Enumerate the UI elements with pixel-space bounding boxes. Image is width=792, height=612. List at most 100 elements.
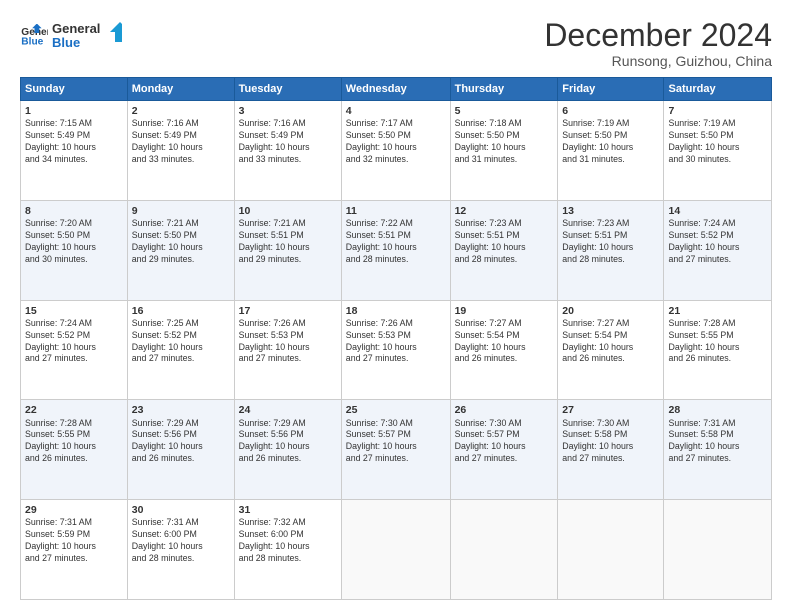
day-number: 20 — [562, 304, 659, 318]
header-wednesday: Wednesday — [341, 78, 450, 101]
logo-svg: General Blue — [52, 20, 122, 52]
day-number: 2 — [132, 104, 230, 118]
day-number: 30 — [132, 503, 230, 517]
calendar-cell: 29Sunrise: 7:31 AM Sunset: 5:59 PM Dayli… — [21, 500, 128, 600]
day-info: Sunrise: 7:30 AM Sunset: 5:58 PM Dayligh… — [562, 418, 659, 466]
day-info: Sunrise: 7:18 AM Sunset: 5:50 PM Dayligh… — [455, 118, 554, 166]
day-info: Sunrise: 7:21 AM Sunset: 5:50 PM Dayligh… — [132, 218, 230, 266]
day-number: 24 — [239, 403, 337, 417]
header: General Blue General Blue December 2024 … — [20, 18, 772, 69]
day-info: Sunrise: 7:31 AM Sunset: 5:58 PM Dayligh… — [668, 418, 767, 466]
day-info: Sunrise: 7:27 AM Sunset: 5:54 PM Dayligh… — [562, 318, 659, 366]
day-info: Sunrise: 7:24 AM Sunset: 5:52 PM Dayligh… — [668, 218, 767, 266]
day-info: Sunrise: 7:26 AM Sunset: 5:53 PM Dayligh… — [346, 318, 446, 366]
day-info: Sunrise: 7:30 AM Sunset: 5:57 PM Dayligh… — [346, 418, 446, 466]
day-number: 17 — [239, 304, 337, 318]
week-row-3: 15Sunrise: 7:24 AM Sunset: 5:52 PM Dayli… — [21, 300, 772, 400]
day-info: Sunrise: 7:15 AM Sunset: 5:49 PM Dayligh… — [25, 118, 123, 166]
calendar-cell — [341, 500, 450, 600]
calendar-cell: 22Sunrise: 7:28 AM Sunset: 5:55 PM Dayli… — [21, 400, 128, 500]
week-row-2: 8Sunrise: 7:20 AM Sunset: 5:50 PM Daylig… — [21, 200, 772, 300]
header-monday: Monday — [127, 78, 234, 101]
day-info: Sunrise: 7:30 AM Sunset: 5:57 PM Dayligh… — [455, 418, 554, 466]
calendar-cell: 27Sunrise: 7:30 AM Sunset: 5:58 PM Dayli… — [558, 400, 664, 500]
day-info: Sunrise: 7:29 AM Sunset: 5:56 PM Dayligh… — [132, 418, 230, 466]
day-info: Sunrise: 7:31 AM Sunset: 5:59 PM Dayligh… — [25, 517, 123, 565]
day-number: 15 — [25, 304, 123, 318]
calendar-cell: 2Sunrise: 7:16 AM Sunset: 5:49 PM Daylig… — [127, 101, 234, 201]
day-number: 3 — [239, 104, 337, 118]
day-number: 7 — [668, 104, 767, 118]
logo: General Blue General Blue — [20, 18, 122, 52]
calendar-cell: 17Sunrise: 7:26 AM Sunset: 5:53 PM Dayli… — [234, 300, 341, 400]
week-row-5: 29Sunrise: 7:31 AM Sunset: 5:59 PM Dayli… — [21, 500, 772, 600]
day-number: 13 — [562, 204, 659, 218]
calendar-cell: 15Sunrise: 7:24 AM Sunset: 5:52 PM Dayli… — [21, 300, 128, 400]
day-info: Sunrise: 7:22 AM Sunset: 5:51 PM Dayligh… — [346, 218, 446, 266]
calendar-cell: 13Sunrise: 7:23 AM Sunset: 5:51 PM Dayli… — [558, 200, 664, 300]
day-info: Sunrise: 7:31 AM Sunset: 6:00 PM Dayligh… — [132, 517, 230, 565]
page: General Blue General Blue December 2024 … — [0, 0, 792, 612]
calendar-cell: 8Sunrise: 7:20 AM Sunset: 5:50 PM Daylig… — [21, 200, 128, 300]
calendar-cell: 5Sunrise: 7:18 AM Sunset: 5:50 PM Daylig… — [450, 101, 558, 201]
calendar-cell: 11Sunrise: 7:22 AM Sunset: 5:51 PM Dayli… — [341, 200, 450, 300]
calendar-cell — [664, 500, 772, 600]
day-number: 23 — [132, 403, 230, 417]
calendar-cell: 12Sunrise: 7:23 AM Sunset: 5:51 PM Dayli… — [450, 200, 558, 300]
day-number: 16 — [132, 304, 230, 318]
calendar-cell: 24Sunrise: 7:29 AM Sunset: 5:56 PM Dayli… — [234, 400, 341, 500]
day-info: Sunrise: 7:16 AM Sunset: 5:49 PM Dayligh… — [239, 118, 337, 166]
day-number: 10 — [239, 204, 337, 218]
day-info: Sunrise: 7:24 AM Sunset: 5:52 PM Dayligh… — [25, 318, 123, 366]
day-info: Sunrise: 7:28 AM Sunset: 5:55 PM Dayligh… — [25, 418, 123, 466]
day-info: Sunrise: 7:19 AM Sunset: 5:50 PM Dayligh… — [668, 118, 767, 166]
calendar-cell: 7Sunrise: 7:19 AM Sunset: 5:50 PM Daylig… — [664, 101, 772, 201]
calendar-cell: 19Sunrise: 7:27 AM Sunset: 5:54 PM Dayli… — [450, 300, 558, 400]
day-info: Sunrise: 7:23 AM Sunset: 5:51 PM Dayligh… — [455, 218, 554, 266]
calendar-cell: 16Sunrise: 7:25 AM Sunset: 5:52 PM Dayli… — [127, 300, 234, 400]
calendar-cell: 25Sunrise: 7:30 AM Sunset: 5:57 PM Dayli… — [341, 400, 450, 500]
header-saturday: Saturday — [664, 78, 772, 101]
calendar-cell — [558, 500, 664, 600]
day-info: Sunrise: 7:21 AM Sunset: 5:51 PM Dayligh… — [239, 218, 337, 266]
day-info: Sunrise: 7:28 AM Sunset: 5:55 PM Dayligh… — [668, 318, 767, 366]
header-tuesday: Tuesday — [234, 78, 341, 101]
day-number: 21 — [668, 304, 767, 318]
day-number: 12 — [455, 204, 554, 218]
calendar-cell: 18Sunrise: 7:26 AM Sunset: 5:53 PM Dayli… — [341, 300, 450, 400]
day-info: Sunrise: 7:17 AM Sunset: 5:50 PM Dayligh… — [346, 118, 446, 166]
day-info: Sunrise: 7:29 AM Sunset: 5:56 PM Dayligh… — [239, 418, 337, 466]
day-number: 14 — [668, 204, 767, 218]
day-number: 22 — [25, 403, 123, 417]
header-sunday: Sunday — [21, 78, 128, 101]
day-number: 18 — [346, 304, 446, 318]
day-info: Sunrise: 7:27 AM Sunset: 5:54 PM Dayligh… — [455, 318, 554, 366]
calendar-cell: 9Sunrise: 7:21 AM Sunset: 5:50 PM Daylig… — [127, 200, 234, 300]
logo-icon: General Blue — [20, 24, 48, 46]
day-info: Sunrise: 7:32 AM Sunset: 6:00 PM Dayligh… — [239, 517, 337, 565]
calendar-cell: 23Sunrise: 7:29 AM Sunset: 5:56 PM Dayli… — [127, 400, 234, 500]
day-number: 25 — [346, 403, 446, 417]
month-title: December 2024 — [544, 18, 772, 53]
day-number: 9 — [132, 204, 230, 218]
day-number: 8 — [25, 204, 123, 218]
week-row-1: 1Sunrise: 7:15 AM Sunset: 5:49 PM Daylig… — [21, 101, 772, 201]
day-number: 31 — [239, 503, 337, 517]
subtitle: Runsong, Guizhou, China — [544, 53, 772, 69]
day-number: 19 — [455, 304, 554, 318]
calendar-cell: 30Sunrise: 7:31 AM Sunset: 6:00 PM Dayli… — [127, 500, 234, 600]
calendar-cell: 21Sunrise: 7:28 AM Sunset: 5:55 PM Dayli… — [664, 300, 772, 400]
day-number: 11 — [346, 204, 446, 218]
day-info: Sunrise: 7:19 AM Sunset: 5:50 PM Dayligh… — [562, 118, 659, 166]
day-number: 1 — [25, 104, 123, 118]
title-block: December 2024 Runsong, Guizhou, China — [544, 18, 772, 69]
week-row-4: 22Sunrise: 7:28 AM Sunset: 5:55 PM Dayli… — [21, 400, 772, 500]
calendar-table: Sunday Monday Tuesday Wednesday Thursday… — [20, 77, 772, 600]
calendar-cell: 20Sunrise: 7:27 AM Sunset: 5:54 PM Dayli… — [558, 300, 664, 400]
day-number: 6 — [562, 104, 659, 118]
day-number: 26 — [455, 403, 554, 417]
day-number: 28 — [668, 403, 767, 417]
day-number: 5 — [455, 104, 554, 118]
day-number: 4 — [346, 104, 446, 118]
calendar-cell: 3Sunrise: 7:16 AM Sunset: 5:49 PM Daylig… — [234, 101, 341, 201]
